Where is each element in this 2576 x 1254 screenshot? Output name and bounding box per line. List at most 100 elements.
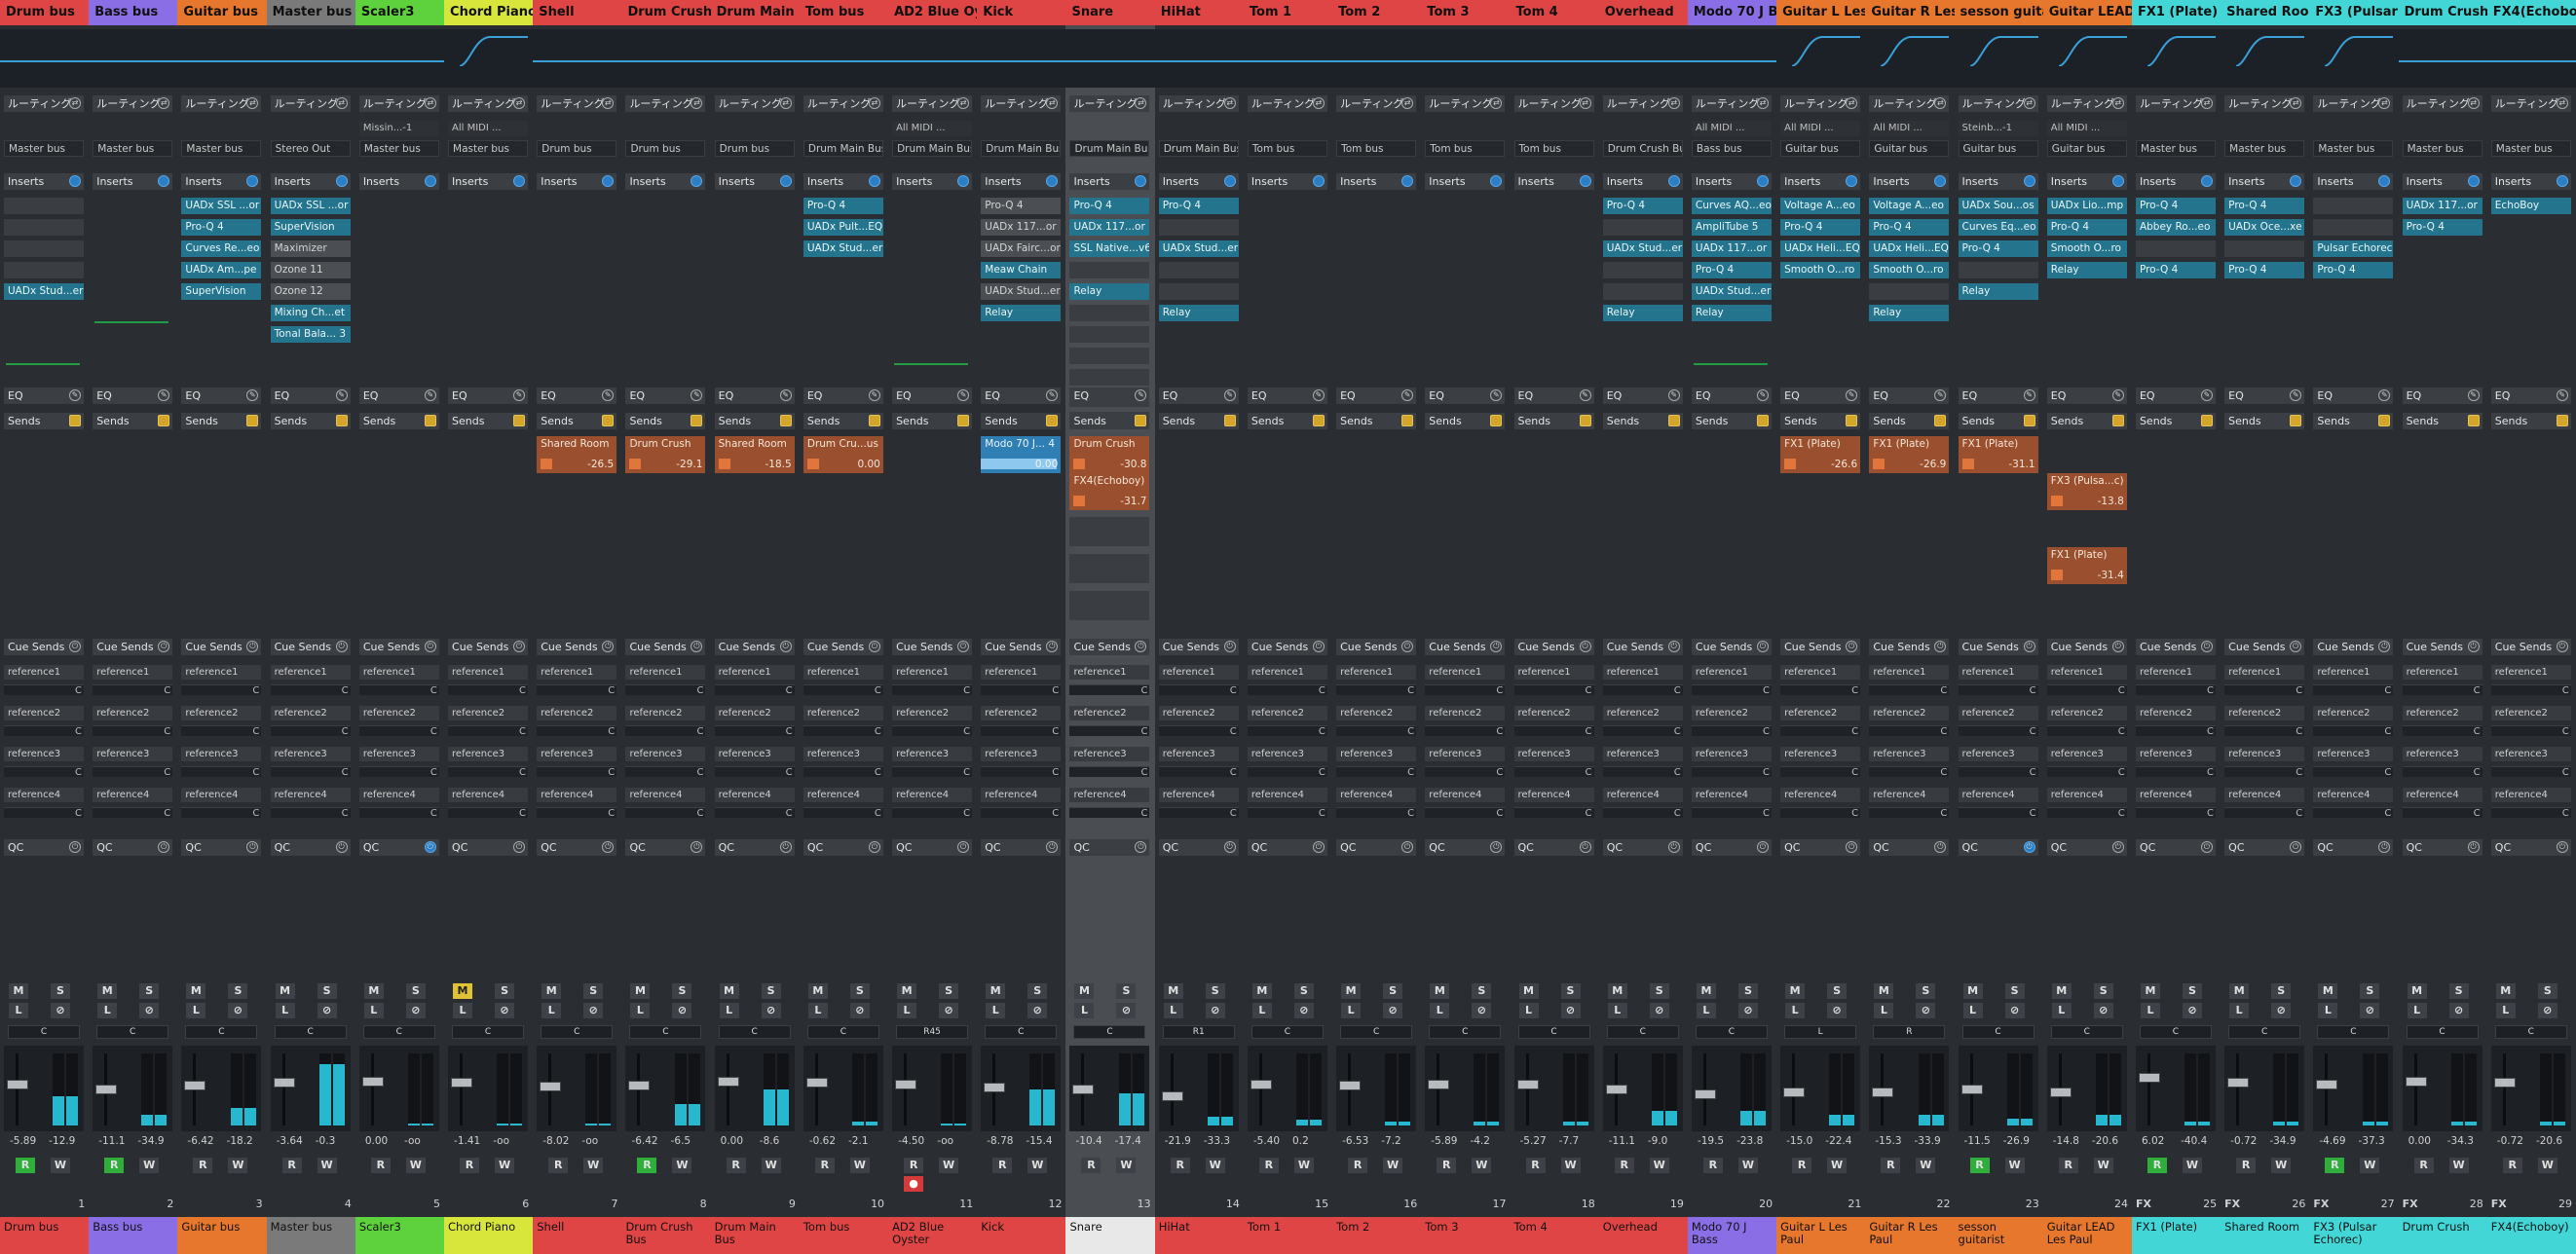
cue-send-4[interactable]: reference4	[2135, 788, 2216, 802]
channel-name-top[interactable]: Guitar LEAD...	[2042, 0, 2132, 25]
insert-slot-empty[interactable]	[1602, 262, 1683, 278]
cue-sends-header[interactable]: Cue Sends ⏻	[537, 639, 617, 655]
cue-send-pan[interactable]: C	[181, 807, 262, 819]
send-slot-empty[interactable]	[1069, 517, 1150, 546]
qc-power-icon[interactable]: ⏻	[2023, 841, 2035, 853]
sends-header[interactable]: Sends	[2490, 413, 2571, 429]
cue-send-4[interactable]: reference4	[981, 788, 1062, 802]
channel-strip[interactable]: Modo 70 J B...ルーティング⇄All MIDI ...Bass bu…	[1687, 0, 1778, 1254]
pan-control[interactable]: C	[2050, 1025, 2123, 1039]
insert-slot-empty[interactable]	[4, 219, 84, 236]
qc-header[interactable]: QC ⏻	[4, 839, 84, 856]
cue-sends-power-icon[interactable]: ⏻	[1490, 641, 1503, 652]
fader-track[interactable]	[281, 1053, 285, 1125]
routing-toggle-icon[interactable]: ⇄	[2200, 97, 2213, 109]
cue-send-3[interactable]: reference3	[1247, 747, 1327, 761]
fader-handle[interactable]	[1960, 1085, 1983, 1095]
cue-sends-header[interactable]: Cue Sends ⏻	[1513, 639, 1594, 655]
cue-send-3[interactable]: reference3	[1069, 747, 1150, 761]
cue-send-pan[interactable]: C	[4, 684, 84, 696]
cue-send-1[interactable]: reference1	[803, 665, 883, 680]
solo-button[interactable]: S	[2093, 983, 2113, 999]
listen-button[interactable]: L	[807, 1003, 828, 1018]
fader-handle[interactable]	[361, 1076, 384, 1087]
write-automation-button[interactable]: W	[672, 1158, 692, 1173]
listen-button[interactable]: L	[630, 1003, 651, 1018]
qc-power-icon[interactable]: ⏻	[2556, 841, 2568, 853]
volume-value[interactable]: -6.53	[1342, 1135, 1368, 1147]
eq-header[interactable]: EQ ✎	[1602, 387, 1683, 404]
read-automation-button[interactable]: R	[1969, 1158, 1990, 1173]
eq-header[interactable]: EQ ✎	[93, 387, 173, 404]
write-automation-button[interactable]: W	[2004, 1158, 2025, 1173]
sends-power-icon[interactable]	[2467, 415, 2480, 426]
cue-send-1[interactable]: reference1	[2313, 665, 2394, 680]
eq-edit-icon[interactable]: ✎	[335, 389, 348, 401]
write-automation-button[interactable]: W	[1383, 1158, 1403, 1173]
cue-send-pan[interactable]: C	[1513, 725, 1594, 737]
fader-handle[interactable]	[540, 1082, 562, 1092]
cue-send-2[interactable]: reference2	[2224, 706, 2305, 720]
routing-header[interactable]: ルーティング ⇄	[2135, 95, 2216, 112]
insert-slot[interactable]: Pro-Q 4	[1069, 198, 1150, 214]
volume-value[interactable]: 6.02	[2142, 1135, 2164, 1147]
qc-power-icon[interactable]: ⏻	[1846, 841, 1858, 853]
cue-send-pan[interactable]: C	[714, 684, 795, 696]
cue-send-2[interactable]: reference2	[2135, 706, 2216, 720]
cue-send-2[interactable]: reference2	[270, 706, 351, 720]
channel-name-top[interactable]: Tom 2	[1332, 0, 1422, 25]
sends-power-icon[interactable]	[2111, 415, 2124, 426]
phase-button[interactable]: ⊘	[1827, 1003, 1848, 1018]
solo-button[interactable]: S	[761, 983, 781, 999]
insert-slot[interactable]: Tonal Bala... 3	[270, 326, 351, 343]
routing-toggle-icon[interactable]: ⇄	[2111, 97, 2124, 109]
cue-send-2[interactable]: reference2	[2313, 706, 2394, 720]
cue-send-pan[interactable]: C	[1513, 807, 1594, 819]
insert-slot[interactable]: Relay	[1602, 305, 1683, 321]
cue-send-1[interactable]: reference1	[1691, 665, 1772, 680]
listen-button[interactable]: L	[97, 1003, 118, 1018]
sends-header[interactable]: Sends	[1691, 413, 1772, 429]
insert-slot[interactable]: Smooth O...ro	[1780, 262, 1861, 278]
output-routing[interactable]: Tom bus	[1336, 140, 1417, 157]
fader-track[interactable]	[904, 1053, 908, 1125]
channel-name-bottom[interactable]: Master bus	[266, 1217, 355, 1254]
routing-toggle-icon[interactable]: ⇄	[2378, 97, 2391, 109]
insert-slot[interactable]: UADx Stud...er	[4, 283, 84, 300]
cue-send-pan[interactable]: C	[2224, 725, 2305, 737]
cue-send-pan[interactable]: C	[2490, 766, 2571, 778]
sends-header[interactable]: Sends	[2313, 413, 2394, 429]
listen-button[interactable]: L	[363, 1003, 384, 1018]
qc-header[interactable]: QC ⏻	[1958, 839, 2038, 856]
solo-button[interactable]: S	[583, 983, 604, 999]
fader-handle[interactable]	[7, 1079, 28, 1089]
fader-track[interactable]	[1170, 1053, 1174, 1125]
eq-header[interactable]: EQ ✎	[1513, 387, 1594, 404]
cue-send-2[interactable]: reference2	[981, 706, 1062, 720]
pan-control[interactable]: C	[541, 1025, 614, 1039]
cue-send-1[interactable]: reference1	[1869, 665, 1950, 680]
insert-slot[interactable]: Relay	[1869, 305, 1950, 321]
cue-send-pan[interactable]: C	[2402, 807, 2483, 819]
mute-button[interactable]: M	[630, 983, 651, 999]
routing-header[interactable]: ルーティング ⇄	[714, 95, 795, 112]
cue-send-2[interactable]: reference2	[803, 706, 883, 720]
insert-slot[interactable]: UADx Stud...er	[981, 283, 1062, 300]
cue-sends-header[interactable]: Cue Sends ⏻	[714, 639, 795, 655]
cue-send-1[interactable]: reference1	[270, 665, 351, 680]
fader-handle[interactable]	[1516, 1080, 1539, 1090]
cue-send-2[interactable]: reference2	[1247, 706, 1327, 720]
insert-slot[interactable]: Curves Re...eo	[181, 240, 262, 257]
insert-slot[interactable]: Pro-Q 4	[1158, 198, 1239, 214]
sends-header[interactable]: Sends	[1247, 413, 1327, 429]
phase-button[interactable]: ⊘	[317, 1003, 337, 1018]
insert-slot[interactable]: Meaw Chain	[981, 262, 1062, 278]
listen-button[interactable]: L	[1430, 1003, 1450, 1018]
channel-name-bottom[interactable]: HiHat	[1154, 1217, 1244, 1254]
pan-control[interactable]: C	[1961, 1025, 2035, 1039]
cue-send-pan[interactable]: C	[625, 684, 706, 696]
routing-header[interactable]: ルーティング ⇄	[1336, 95, 1417, 112]
cue-send-pan[interactable]: C	[181, 725, 262, 737]
eq-header[interactable]: EQ ✎	[2490, 387, 2571, 404]
inserts-header[interactable]: Inserts	[714, 173, 795, 190]
